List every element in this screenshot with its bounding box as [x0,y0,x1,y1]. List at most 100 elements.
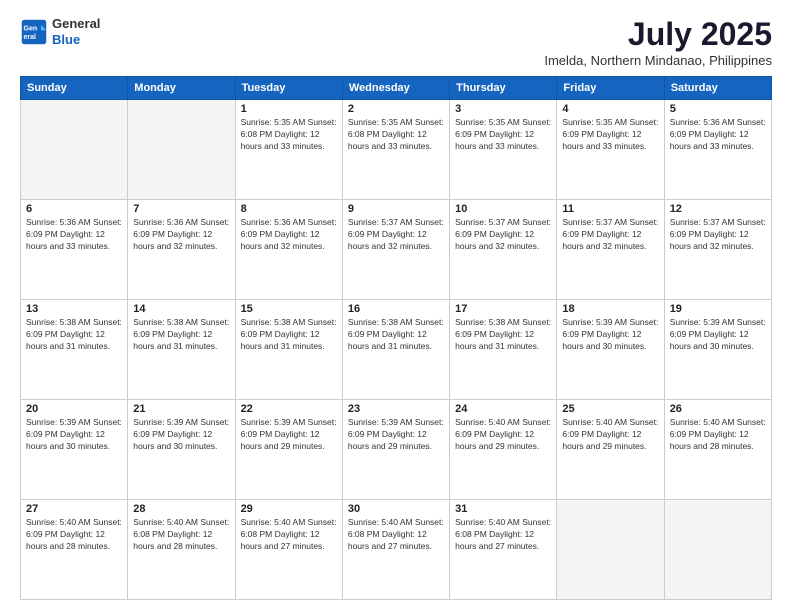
day-cell: 5 Sunrise: 5:36 AM Sunset: 6:09 PM Daylig… [664,100,771,200]
header: Gen eral General Blue July 2025 Imelda, … [20,16,772,68]
svg-text:Gen: Gen [24,25,38,32]
day-number: 29 [241,503,337,515]
title-area: July 2025 Imelda, Northern Mindanao, Phi… [544,16,772,68]
day-info: Sunrise: 5:38 AM Sunset: 6:09 PM Dayligh… [241,317,337,353]
day-number: 3 [455,103,551,115]
col-tuesday: Tuesday [235,77,342,100]
day-info: Sunrise: 5:35 AM Sunset: 6:08 PM Dayligh… [348,117,444,153]
day-number: 12 [670,203,766,215]
month-title: July 2025 [544,16,772,53]
day-cell: 24Sunrise: 5:40 AM Sunset: 6:09 PM Dayli… [450,400,557,500]
day-cell: 25 Sunrise: 5:40 AM Sunset: 6:09 PM Dayli… [557,400,664,500]
day-number: 20 [26,403,122,415]
calendar-header-row: Sunday Monday Tuesday Wednesday Thursday… [21,77,772,100]
day-cell: 21 Sunrise: 5:39 AM Sunset: 6:09 PM Dayli… [128,400,235,500]
day-cell [128,100,235,200]
day-info: Sunrise: 5:38 AM Sunset: 6:09 PM Dayligh… [348,317,444,353]
day-info: Sunrise: 5:39 AM Sunset: 6:09 PM Dayligh… [670,317,766,353]
day-cell: 18 Sunrise: 5:39 AM Sunset: 6:09 PM Dayli… [557,300,664,400]
day-number: 30 [348,503,444,515]
col-saturday: Saturday [664,77,771,100]
day-number: 24 [455,403,551,415]
day-info: Sunrise: 5:36 AM Sunset: 6:09 PM Dayligh… [133,217,229,253]
day-cell: 8 Sunrise: 5:36 AM Sunset: 6:09 PM Daylig… [235,200,342,300]
day-info: Sunrise: 5:38 AM Sunset: 6:09 PM Dayligh… [455,317,551,353]
day-number: 1 [241,103,337,115]
day-cell: 23 Sunrise: 5:39 AM Sunset: 6:09 PM Dayli… [342,400,449,500]
day-cell: 4 Sunrise: 5:35 AM Sunset: 6:09 PM Daylig… [557,100,664,200]
day-number: 5 [670,103,766,115]
day-cell: 22 Sunrise: 5:39 AM Sunset: 6:09 PM Dayli… [235,400,342,500]
day-info: Sunrise: 5:37 AM Sunset: 6:09 PM Dayligh… [455,217,551,253]
day-number: 2 [348,103,444,115]
day-cell: 19Sunrise: 5:39 AM Sunset: 6:09 PM Dayli… [664,300,771,400]
day-cell: 29Sunrise: 5:40 AM Sunset: 6:08 PM Dayli… [235,500,342,600]
day-number: 4 [562,103,658,115]
day-cell: 13 Sunrise: 5:38 AM Sunset: 6:09 PM Dayli… [21,300,128,400]
col-sunday: Sunday [21,77,128,100]
day-number: 8 [241,203,337,215]
day-number: 11 [562,203,658,215]
day-info: Sunrise: 5:36 AM Sunset: 6:09 PM Dayligh… [670,117,766,153]
day-info: Sunrise: 5:39 AM Sunset: 6:09 PM Dayligh… [133,417,229,453]
day-cell: 15 Sunrise: 5:38 AM Sunset: 6:09 PM Dayli… [235,300,342,400]
day-info: Sunrise: 5:35 AM Sunset: 6:08 PM Dayligh… [241,117,337,153]
day-info: Sunrise: 5:40 AM Sunset: 6:08 PM Dayligh… [455,517,551,553]
calendar-table: Sunday Monday Tuesday Wednesday Thursday… [20,76,772,600]
week-row-3: 13 Sunrise: 5:38 AM Sunset: 6:09 PM Dayli… [21,300,772,400]
day-number: 15 [241,303,337,315]
day-cell: 26 Sunrise: 5:40 AM Sunset: 6:09 PM Dayli… [664,400,771,500]
page: Gen eral General Blue July 2025 Imelda, … [0,0,792,612]
day-number: 18 [562,303,658,315]
day-cell: 9 Sunrise: 5:37 AM Sunset: 6:09 PM Daylig… [342,200,449,300]
day-info: Sunrise: 5:40 AM Sunset: 6:09 PM Dayligh… [26,517,122,553]
day-number: 28 [133,503,229,515]
day-number: 6 [26,203,122,215]
day-cell [664,500,771,600]
day-number: 25 [562,403,658,415]
col-thursday: Thursday [450,77,557,100]
day-number: 23 [348,403,444,415]
day-cell: 1 Sunrise: 5:35 AM Sunset: 6:08 PM Daylig… [235,100,342,200]
day-cell: 7 Sunrise: 5:36 AM Sunset: 6:09 PM Daylig… [128,200,235,300]
day-cell: 17 Sunrise: 5:38 AM Sunset: 6:09 PM Dayli… [450,300,557,400]
day-cell: 30 Sunrise: 5:40 AM Sunset: 6:08 PM Dayli… [342,500,449,600]
day-info: Sunrise: 5:40 AM Sunset: 6:08 PM Dayligh… [348,517,444,553]
day-number: 21 [133,403,229,415]
day-info: Sunrise: 5:36 AM Sunset: 6:09 PM Dayligh… [241,217,337,253]
day-info: Sunrise: 5:40 AM Sunset: 6:09 PM Dayligh… [562,417,658,453]
day-info: Sunrise: 5:40 AM Sunset: 6:08 PM Dayligh… [133,517,229,553]
day-info: Sunrise: 5:39 AM Sunset: 6:09 PM Dayligh… [562,317,658,353]
day-cell: 6 Sunrise: 5:36 AM Sunset: 6:09 PM Daylig… [21,200,128,300]
day-cell [21,100,128,200]
day-cell: 27 Sunrise: 5:40 AM Sunset: 6:09 PM Dayli… [21,500,128,600]
day-info: Sunrise: 5:36 AM Sunset: 6:09 PM Dayligh… [26,217,122,253]
day-number: 17 [455,303,551,315]
col-friday: Friday [557,77,664,100]
day-cell: 2 Sunrise: 5:35 AM Sunset: 6:08 PM Daylig… [342,100,449,200]
day-info: Sunrise: 5:38 AM Sunset: 6:09 PM Dayligh… [26,317,122,353]
logo: Gen eral General Blue [20,16,100,47]
day-info: Sunrise: 5:37 AM Sunset: 6:09 PM Dayligh… [562,217,658,253]
day-number: 9 [348,203,444,215]
day-number: 22 [241,403,337,415]
day-info: Sunrise: 5:39 AM Sunset: 6:09 PM Dayligh… [241,417,337,453]
day-number: 7 [133,203,229,215]
day-number: 26 [670,403,766,415]
day-cell: 3 Sunrise: 5:35 AM Sunset: 6:09 PM Daylig… [450,100,557,200]
day-info: Sunrise: 5:37 AM Sunset: 6:09 PM Dayligh… [670,217,766,253]
day-number: 27 [26,503,122,515]
logo-icon: Gen eral [20,18,48,46]
day-info: Sunrise: 5:35 AM Sunset: 6:09 PM Dayligh… [455,117,551,153]
day-number: 31 [455,503,551,515]
day-info: Sunrise: 5:35 AM Sunset: 6:09 PM Dayligh… [562,117,658,153]
svg-text:eral: eral [24,34,37,41]
day-cell: 31 Sunrise: 5:40 AM Sunset: 6:08 PM Dayli… [450,500,557,600]
day-info: Sunrise: 5:40 AM Sunset: 6:09 PM Dayligh… [670,417,766,453]
day-cell [557,500,664,600]
day-cell: 14Sunrise: 5:38 AM Sunset: 6:09 PM Dayli… [128,300,235,400]
day-number: 13 [26,303,122,315]
day-info: Sunrise: 5:39 AM Sunset: 6:09 PM Dayligh… [348,417,444,453]
day-cell: 11 Sunrise: 5:37 AM Sunset: 6:09 PM Dayli… [557,200,664,300]
day-info: Sunrise: 5:37 AM Sunset: 6:09 PM Dayligh… [348,217,444,253]
